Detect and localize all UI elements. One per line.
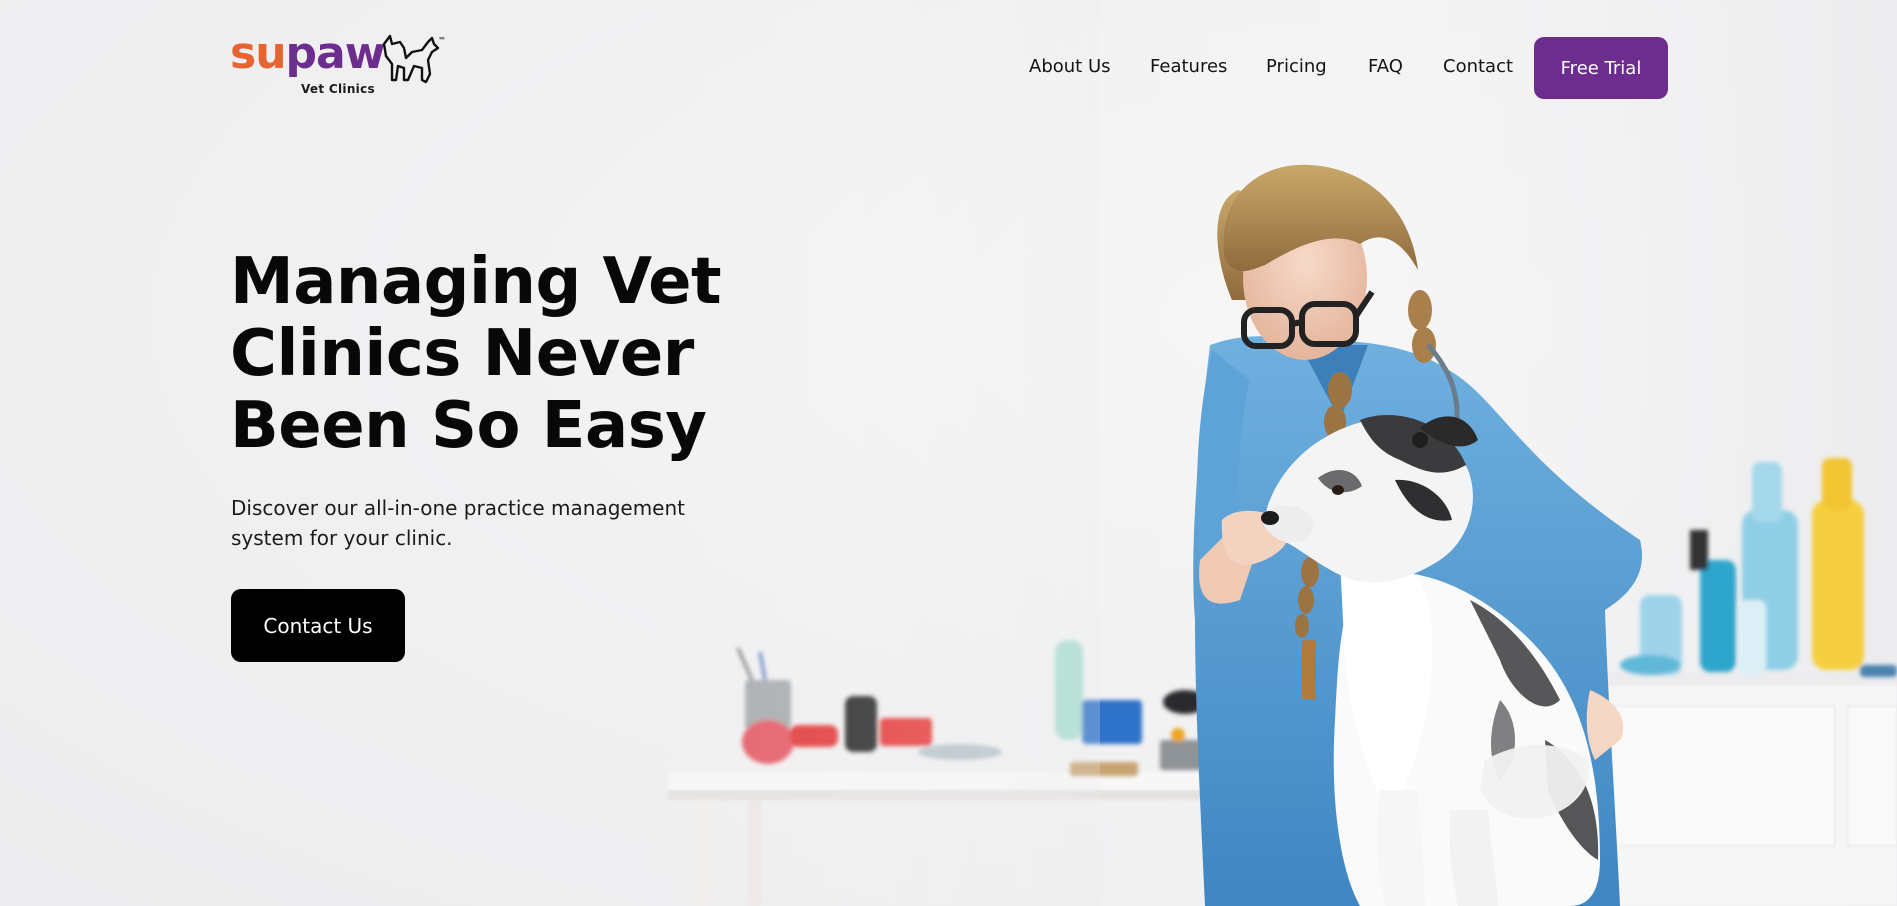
top-navigation: supaw ™ Vet Clinics About Us Features Pr…: [0, 0, 1897, 136]
logo-paw-text: paw: [285, 28, 386, 79]
nav-faq[interactable]: FAQ: [1368, 56, 1403, 77]
nav-pricing[interactable]: Pricing: [1266, 56, 1327, 77]
trademark-symbol: ™: [438, 36, 446, 45]
hero-description: Discover our all-in-one practice managem…: [231, 496, 686, 550]
nav-about-us[interactable]: About Us: [1029, 56, 1111, 77]
logo-subtitle: Vet Clinics: [301, 82, 375, 96]
nav-contact[interactable]: Contact: [1443, 56, 1513, 77]
hero-title: Managing Vet Clinics Never Been So Easy: [230, 245, 722, 463]
brand-logo[interactable]: supaw ™ Vet Clinics: [230, 32, 450, 97]
logo-su-text: su: [230, 28, 287, 79]
free-trial-button[interactable]: Free Trial: [1534, 37, 1668, 99]
logo-wordmark: supaw: [230, 32, 385, 76]
nav-features[interactable]: Features: [1150, 56, 1227, 77]
contact-us-button[interactable]: Contact Us: [231, 589, 405, 662]
pets-silhouette-icon: [382, 34, 440, 84]
